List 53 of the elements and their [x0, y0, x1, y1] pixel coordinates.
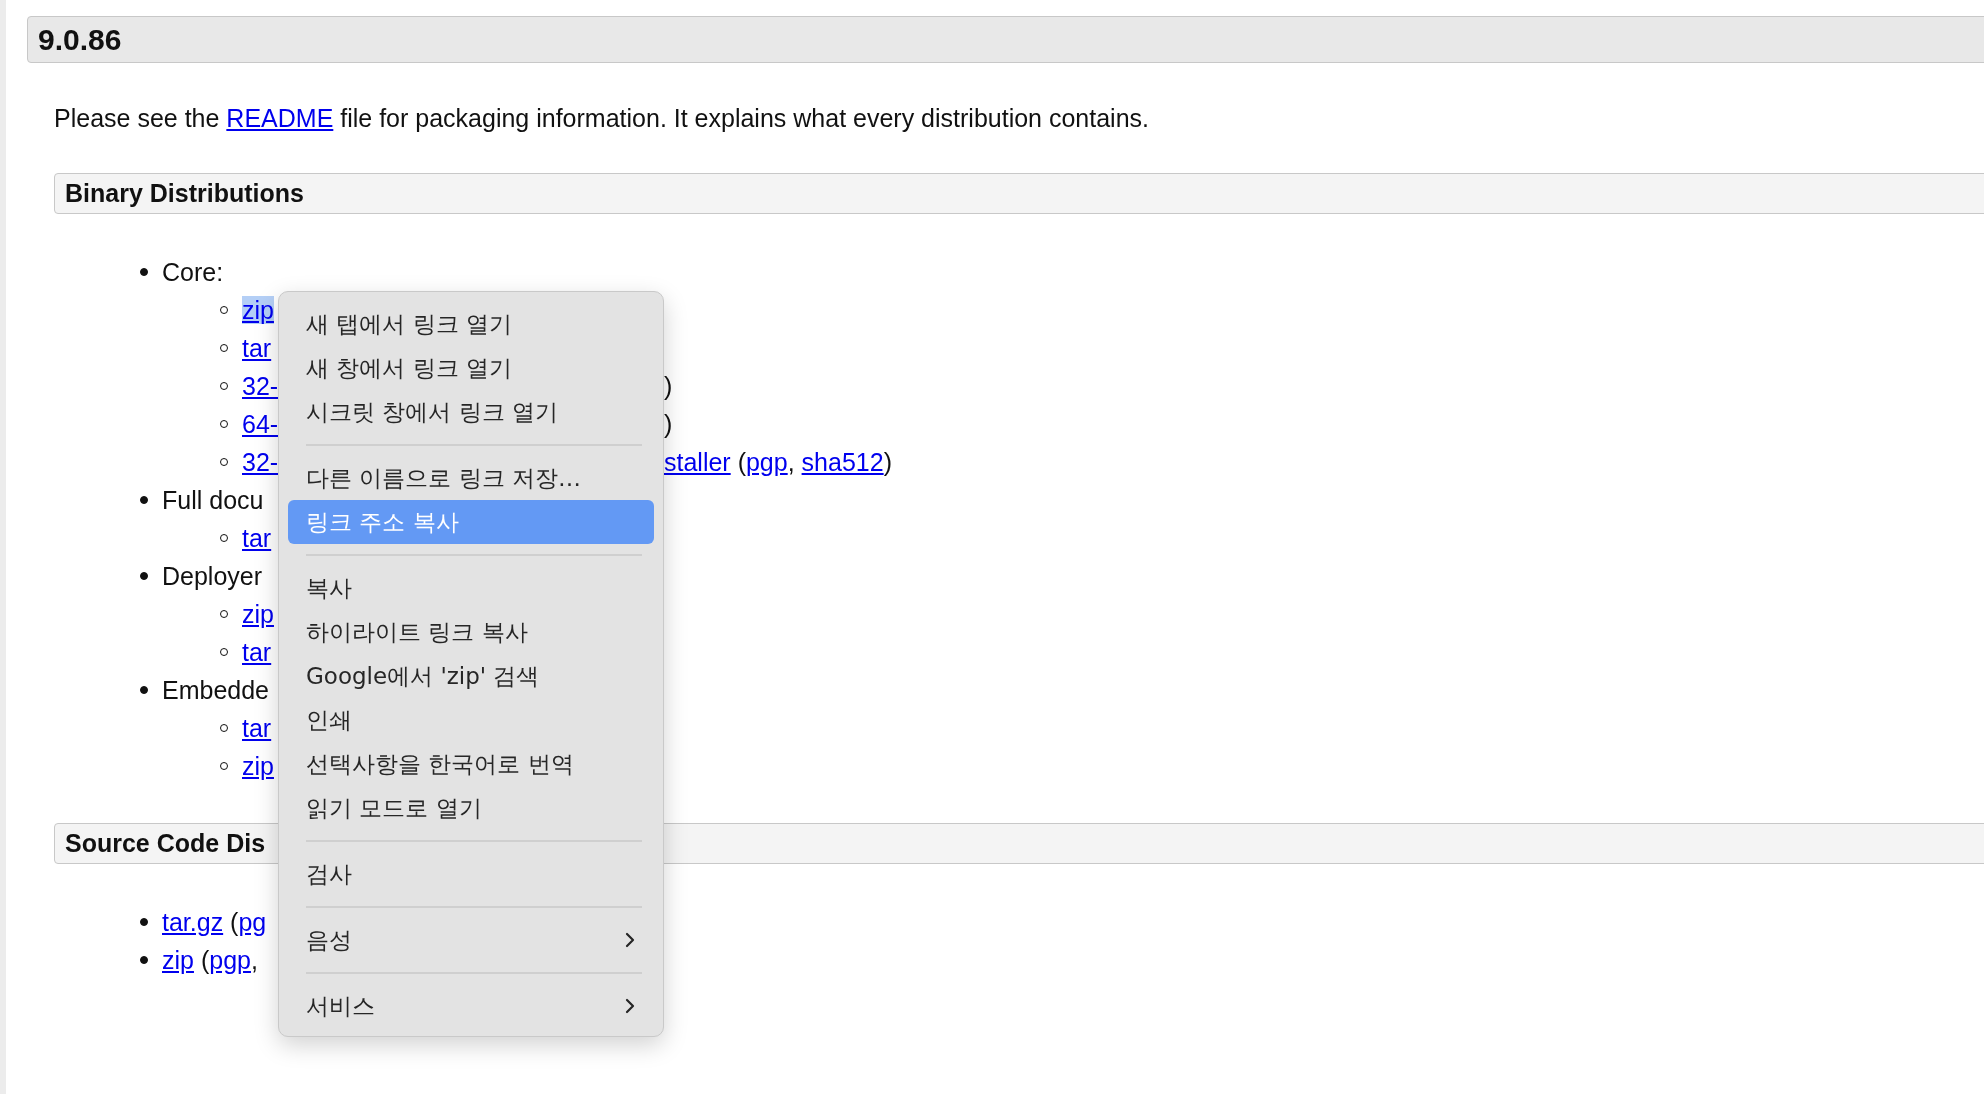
list-text: )	[883, 447, 892, 476]
download-link[interactable]: pgp	[209, 945, 251, 974]
menu-item[interactable]: 새 탭에서 링크 열기	[288, 302, 654, 346]
readme-link[interactable]: README	[226, 104, 334, 132]
menu-item[interactable]: 인쇄	[288, 698, 654, 742]
bullet-icon	[140, 956, 148, 964]
download-link[interactable]: tar.gz	[162, 907, 224, 936]
menu-item[interactable]: 새 창에서 링크 열기	[288, 346, 654, 390]
bullet-icon	[140, 572, 148, 580]
menu-item[interactable]: 하이라이트 링크 복사	[288, 610, 654, 654]
menu-item[interactable]: 선택사항을 한국어로 번역	[288, 742, 654, 786]
section-heading: Binary Distributions	[65, 179, 304, 208]
menu-item[interactable]: 검사	[288, 852, 654, 896]
download-link[interactable]: 32-	[242, 447, 279, 476]
download-link[interactable]: 64-	[242, 409, 279, 438]
download-link[interactable]: pg	[238, 907, 267, 936]
bullet-icon	[140, 686, 148, 694]
bullet-icon	[140, 918, 148, 926]
list-text: ,	[787, 447, 796, 476]
bullet-icon	[140, 268, 148, 276]
menu-item[interactable]: Google에서 'zip' 검색	[288, 654, 654, 698]
download-link[interactable]: pgp	[745, 447, 788, 476]
download-link[interactable]: zip	[242, 751, 274, 780]
download-link[interactable]: zip	[242, 599, 274, 628]
list-text: Core:	[162, 257, 224, 286]
list-text: Full docu	[162, 485, 264, 514]
list-text: )	[664, 409, 673, 438]
list-text: (	[736, 447, 746, 476]
list-text: (	[229, 907, 239, 936]
menu-item[interactable]: 시크릿 창에서 링크 열기	[288, 390, 654, 434]
intro-paragraph: Please see the README file for packaging information. It explains what every distribution contains.	[54, 103, 1150, 134]
download-link[interactable]: zip	[242, 295, 274, 324]
download-link[interactable]: staller	[664, 447, 731, 476]
menu-item[interactable]: 읽기 모드로 열기	[288, 786, 654, 830]
download-link[interactable]: zip	[162, 945, 194, 974]
menu-item[interactable]: 다른 이름으로 링크 저장…	[288, 456, 654, 500]
download-link[interactable]: tar	[242, 523, 272, 552]
download-link[interactable]: tar	[242, 637, 272, 666]
version-heading: 9.0.86	[27, 16, 1984, 63]
list-text: Deployer	[162, 561, 263, 590]
list-text: Embedde	[162, 675, 270, 704]
list-text: (	[199, 945, 210, 974]
list-text: ,	[250, 945, 258, 974]
download-link[interactable]: tar	[242, 713, 272, 742]
section-heading: Source Code Dis	[65, 829, 266, 858]
download-link[interactable]: 32-	[242, 371, 279, 400]
download-link[interactable]: sha512	[801, 447, 884, 476]
menu-item[interactable]: 복사	[288, 566, 654, 610]
menu-item[interactable]: 서비스	[288, 984, 654, 1028]
bullet-icon	[140, 496, 148, 504]
download-link[interactable]: tar	[242, 333, 272, 362]
menu-item[interactable]: 음성	[288, 918, 654, 962]
list-text: )	[664, 371, 673, 400]
